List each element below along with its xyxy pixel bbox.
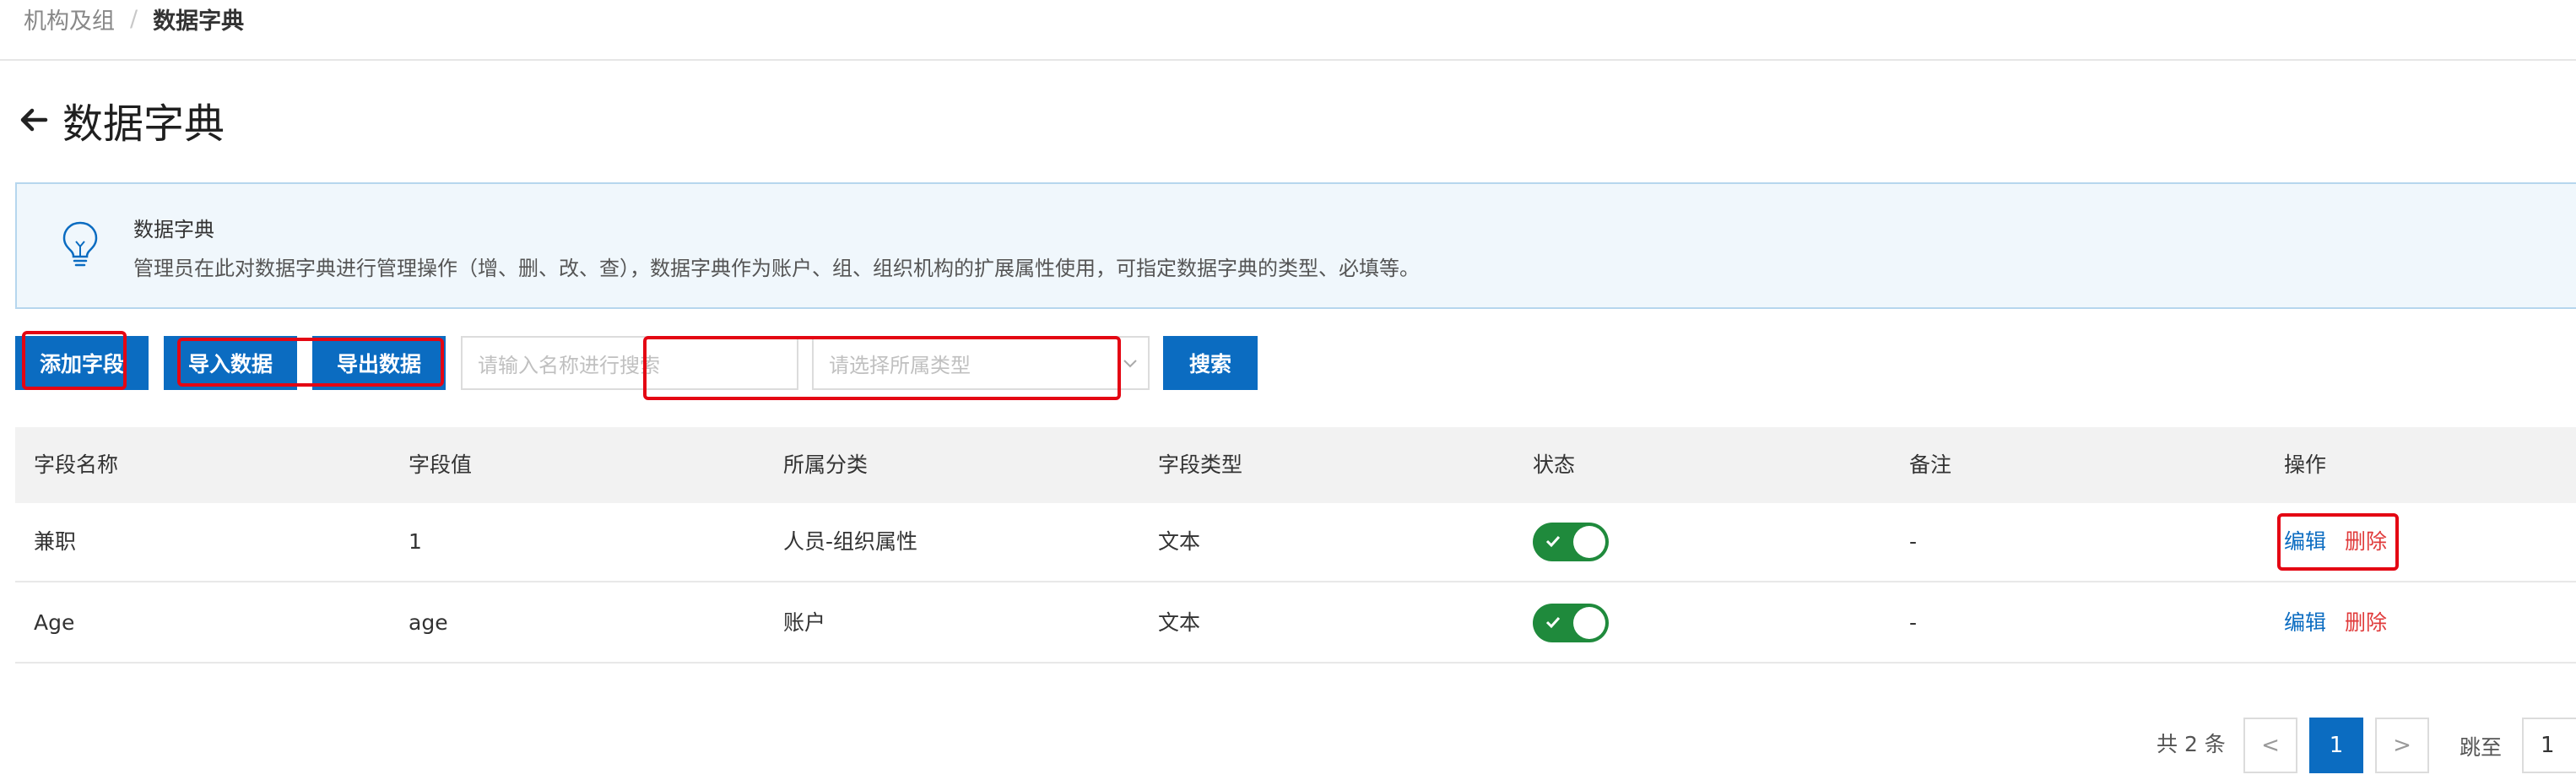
col-header-type: 字段类型	[1158, 452, 1243, 477]
pagination-page-1[interactable]: 1	[2309, 718, 2363, 773]
row-divider	[15, 662, 2576, 664]
delete-link[interactable]: 删除	[2345, 529, 2387, 554]
breadcrumb: 机构及组 / 数据字典	[24, 0, 244, 37]
col-header-status: 状态	[1533, 452, 1576, 477]
cell-type: 文本	[1158, 610, 1201, 635]
chevron-right-icon: >	[2393, 733, 2411, 758]
col-header-category: 所属分类	[783, 452, 869, 477]
search-button[interactable]: 搜索	[1163, 336, 1258, 390]
cell-name: Age	[34, 610, 75, 635]
banner-description: 管理员在此对数据字典进行管理操作（增、删、改、查），数据字典作为账户、组、组织机…	[133, 257, 1420, 280]
breadcrumb-parent[interactable]: 机构及组	[24, 3, 115, 35]
col-header-actions: 操作	[2284, 452, 2327, 477]
col-header-value: 字段值	[409, 452, 473, 477]
cell-category: 账户	[783, 610, 826, 635]
pagination-total: 共 2 条	[2157, 732, 2226, 756]
cell-value: 1	[409, 529, 422, 554]
back-arrow-icon[interactable]	[17, 103, 51, 137]
col-header-name: 字段名称	[34, 452, 119, 477]
cell-remark: -	[1909, 610, 1918, 635]
type-select[interactable]: 请选择所属类型	[812, 336, 1150, 390]
checkmark-icon	[1545, 616, 1561, 629]
add-field-button[interactable]: 添加字段	[15, 336, 149, 390]
cell-value: age	[409, 610, 448, 635]
toggle-knob	[1573, 526, 1605, 558]
pagination-prev-button[interactable]: <	[2243, 718, 2297, 773]
breadcrumb-separator: /	[130, 5, 138, 32]
lightbulb-icon	[62, 221, 98, 267]
row-divider	[15, 581, 2576, 582]
banner-title: 数据字典	[133, 218, 214, 241]
pagination-jump-input[interactable]: 1	[2522, 718, 2576, 773]
cell-category: 人员-组织属性	[783, 529, 918, 554]
delete-link[interactable]: 删除	[2345, 610, 2387, 635]
pagination-jump-label: 跳至	[2460, 735, 2503, 760]
status-toggle[interactable]	[1533, 604, 1609, 642]
chevron-left-icon: <	[2261, 733, 2280, 758]
cell-remark: -	[1909, 529, 1918, 554]
cell-actions: 编辑 删除	[2284, 582, 2387, 664]
page-title: 数据字典	[62, 100, 225, 148]
cell-type: 文本	[1158, 529, 1201, 554]
export-data-button[interactable]: 导出数据	[312, 336, 446, 390]
header-divider	[0, 59, 2576, 61]
type-select-placeholder: 请选择所属类型	[829, 353, 971, 377]
search-placeholder: 请输入名称进行搜索	[478, 353, 660, 377]
name-search-input[interactable]: 请输入名称进行搜索	[461, 336, 798, 390]
col-header-remark: 备注	[1909, 452, 1952, 477]
edit-link[interactable]: 编辑	[2284, 529, 2326, 554]
breadcrumb-current: 数据字典	[153, 8, 245, 35]
cell-actions: 编辑 删除	[2284, 501, 2387, 582]
import-data-button[interactable]: 导入数据	[164, 336, 297, 390]
info-banner	[15, 182, 2576, 309]
chevron-down-icon	[1123, 360, 1137, 368]
pagination-next-button[interactable]: >	[2375, 718, 2429, 773]
checkmark-icon	[1545, 535, 1561, 548]
edit-link[interactable]: 编辑	[2284, 610, 2326, 635]
page-header: 数据字典	[17, 91, 225, 149]
toggle-knob	[1573, 607, 1605, 639]
table-header	[15, 427, 2576, 503]
cell-name: 兼职	[34, 529, 77, 554]
status-toggle[interactable]	[1533, 523, 1609, 561]
